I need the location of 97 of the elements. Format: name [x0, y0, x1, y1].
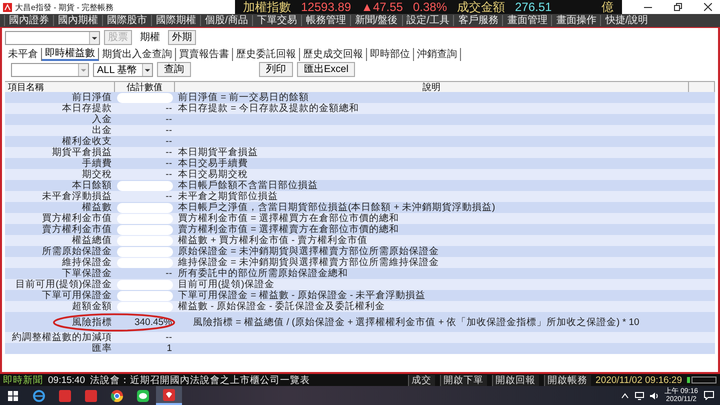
ticker-value: 12593.89	[301, 0, 352, 14]
value-cell-text: 1	[166, 343, 173, 354]
item-name: 手續費	[81, 158, 113, 169]
market-button[interactable]: 外期	[168, 30, 196, 45]
item-name: 權益數	[81, 202, 113, 213]
toolbar-button[interactable]: 列印	[259, 62, 293, 77]
value-cell-text: --	[164, 332, 173, 343]
value-cell-text: --	[164, 169, 173, 180]
item-name: 前日淨值	[71, 92, 113, 103]
tab[interactable]: 歷史委託回報	[233, 48, 300, 61]
news-headline: 法說會：近期召開國內法說會之上市櫃公司一覽表	[90, 374, 310, 386]
column-header: 項目名稱	[5, 81, 115, 93]
value-cell-text: --	[164, 103, 173, 114]
item-name: 風險指標	[71, 316, 113, 328]
query-button[interactable]: 查詢	[157, 62, 191, 77]
description-cell-text: 本日存提款 = 今日存款及提款的金額總和	[177, 103, 360, 114]
ticker-value: 276.51	[515, 0, 552, 14]
value-cell-text: --	[164, 191, 173, 202]
item-name: 超額金額	[71, 301, 113, 312]
description-cell-text: 維持保證金 = 未沖銷期貨與選擇權賣方部位所需維持保證金	[177, 257, 440, 268]
menu-item[interactable]: 快捷/說明	[600, 15, 652, 26]
tab[interactable]: 即時部位	[367, 48, 414, 61]
description-cell-text: 所有委託中的部位所需原始保證金總和	[177, 268, 349, 279]
status-button[interactable]: 開啟回報	[492, 374, 539, 386]
description-cell-text: 本日期貨平倉損益	[177, 147, 259, 158]
menu-item[interactable]: 下單交易	[252, 15, 301, 26]
value-cell-text: --	[164, 268, 173, 279]
currency-dropdown[interactable]: ALL 基幣	[93, 62, 153, 76]
tab[interactable]: 期貨出入金查詢	[99, 48, 176, 61]
item-name: 買方權利金市值	[41, 213, 113, 224]
column-header: 說明	[175, 81, 689, 93]
item-name: 下單保證金	[61, 268, 113, 279]
value-cell-text: --	[164, 125, 173, 136]
item-name: 匯率	[91, 343, 113, 354]
description-cell-text: 下單可用保證金 = 權益數 - 原始保證金 - 未平倉浮動損益	[177, 290, 427, 301]
menu-item[interactable]: 國際股市	[102, 15, 151, 26]
item-name: 賣方權利金市值	[41, 224, 113, 235]
tab[interactable]: 即時權益數	[42, 48, 99, 61]
value-cell-text: --	[164, 114, 173, 125]
value-cell-text: --	[164, 158, 173, 169]
item-name: 未平倉浮動損益	[41, 191, 113, 202]
item-name: 維持保證金	[61, 257, 113, 268]
item-name: 目前可用(提領)保證金	[14, 279, 113, 290]
ticker-label: 成交金額	[457, 0, 505, 14]
menu-item[interactable]: 個股/商品	[200, 15, 252, 26]
item-name: 所需原始保證金	[41, 246, 113, 257]
menu-item[interactable]: 畫面管理	[502, 15, 552, 26]
ticker-unit: 億	[602, 0, 614, 14]
description-cell-text: 權益數 + 買方權利金市值 - 賣方權利金市值	[177, 235, 368, 246]
menu-item[interactable]: 設定/工具	[402, 15, 454, 26]
description-cell-text: 本日帳戶餘額不含當日部位損益	[177, 180, 319, 191]
item-name: 入金	[91, 114, 113, 125]
menu-item[interactable]: 國內期權	[53, 15, 102, 26]
description-cell-text: 原始保證金 = 未沖銷期貨與選擇權賣方部位所需原始保證金	[177, 246, 440, 257]
ticker-percent: 0.38%	[412, 0, 447, 14]
description-cell-text: 前日淨值 = 前一交易日的餘額	[177, 92, 310, 103]
description-cell-text: 風險指標 = 權益總值 / (原始保證金 + 選擇權權利金市值 + 依「加收保證金指標」所加收之保證金) * 10	[192, 316, 640, 328]
status-button[interactable]: 開啟帳務	[544, 374, 591, 386]
window-title: 大昌e指發 - 期貨 - 完整帳務	[15, 2, 115, 12]
ticker-change: ▲47.55	[361, 0, 403, 14]
menu-item[interactable]: 新聞/盤後	[350, 15, 402, 26]
description-cell-text: 權益數 - 原始保證金 - 委託保證金及委託權利金	[177, 301, 386, 312]
value-cell-text: 340.45%	[133, 316, 173, 328]
tab[interactable]: 買賣報告書	[176, 48, 233, 61]
description-cell-text: 本日帳戶之淨值，含當日期貨部位損益(本日餘額 + 未沖銷期貨浮動損益)	[177, 202, 496, 213]
status-button[interactable]: 開啟下單	[440, 374, 487, 386]
status-button[interactable]: 成交	[408, 374, 435, 386]
item-name: 權益總值	[71, 235, 113, 246]
tab[interactable]: 沖銷查詢	[414, 48, 461, 61]
description-cell-text: 買方權利金市值 = 選擇權買方在倉部位市價的總和	[177, 213, 400, 224]
toolbar-button[interactable]: 匯出Excel	[297, 62, 356, 77]
ticker-label: 加權指數	[243, 0, 291, 14]
item-name: 出金	[91, 125, 113, 136]
description-cell-text: 本日交易手續費	[177, 158, 249, 169]
value-cell-text: --	[164, 147, 173, 158]
description-cell-text: 未平倉之期貨部位損益	[177, 191, 279, 202]
menu-item[interactable]: 帳務管理	[300, 15, 350, 26]
news-label: 即時新聞	[3, 374, 43, 386]
item-name: 本日存提款	[61, 103, 113, 114]
item-name: 下單可用保證金	[41, 290, 113, 301]
menu-item[interactable]: 畫面操作	[551, 15, 600, 26]
item-name: 期貨平倉損益	[51, 147, 113, 158]
value-cell-text: --	[164, 136, 173, 147]
status-datetime: 2020/11/02 09:16:29	[596, 374, 682, 386]
description-cell-text: 賣方權利金市值 = 選擇權賣方在倉部位市價的總和	[177, 224, 400, 235]
menu-item[interactable]: 國際期權	[151, 15, 200, 26]
news-time: 09:15:40	[48, 374, 85, 386]
menu-item[interactable]: 客戶服務	[453, 15, 502, 26]
item-name: 期交稅	[81, 169, 113, 180]
item-name: 權利金收支	[61, 136, 113, 147]
tab[interactable]: 歷史成交回報	[300, 48, 367, 61]
description-cell-text: 目前可用(提領)保證金	[177, 279, 276, 290]
column-header: 估計數值	[115, 81, 175, 93]
description-cell-text: 本日交易期交稅	[177, 169, 249, 180]
menu-item[interactable]: 國內證券	[4, 15, 53, 26]
item-name: 本日餘額	[71, 180, 113, 191]
item-name: 約調整權益數的加減項	[11, 332, 113, 343]
